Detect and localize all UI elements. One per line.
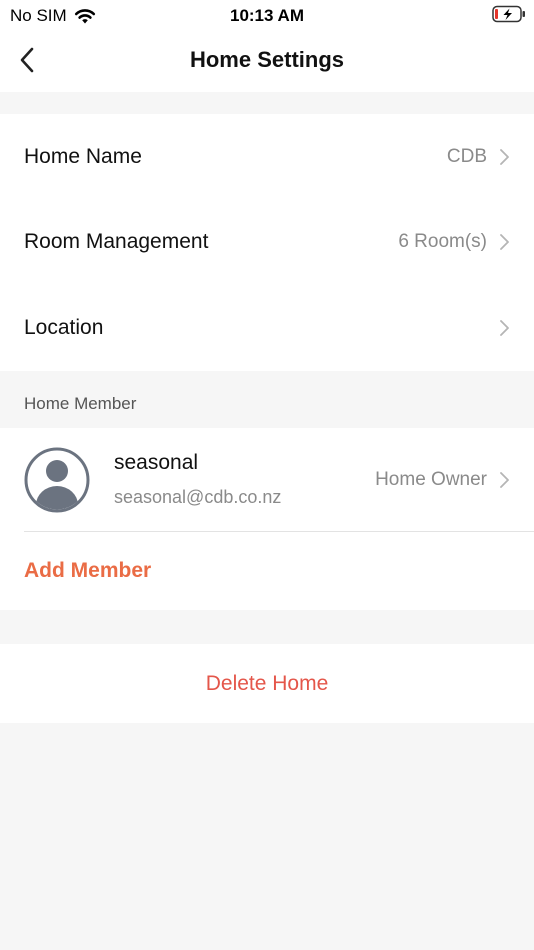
chevron-right-icon bbox=[500, 234, 509, 251]
room-management-row[interactable]: Room Management 6 Room(s) bbox=[0, 200, 534, 286]
status-bar: No SIM 10:13 AM bbox=[0, 0, 534, 30]
battery-charging-icon bbox=[492, 5, 525, 23]
member-role: Home Owner bbox=[375, 468, 487, 490]
member-info: seasonal seasonal@cdb.co.nz bbox=[114, 451, 375, 508]
add-member-row: Add Member bbox=[0, 532, 534, 610]
room-management-label: Room Management bbox=[24, 230, 209, 254]
member-email: seasonal@cdb.co.nz bbox=[114, 487, 282, 507]
chevron-right-icon bbox=[500, 471, 509, 488]
location-label: Location bbox=[24, 315, 104, 339]
home-name-label: Home Name bbox=[24, 144, 142, 168]
member-divider bbox=[24, 531, 534, 532]
home-member-header: Home Member bbox=[24, 394, 137, 413]
members-group: seasonal seasonal@cdb.co.nz Home Owner A… bbox=[0, 428, 534, 610]
home-name-row[interactable]: Home Name CDB bbox=[0, 114, 534, 200]
nav-bar: Home Settings bbox=[0, 30, 534, 92]
chevron-right-icon bbox=[500, 148, 509, 165]
add-member-button[interactable]: Add Member bbox=[24, 559, 151, 583]
location-row[interactable]: Location bbox=[0, 285, 534, 371]
chevron-right-icon bbox=[500, 319, 509, 336]
member-row[interactable]: seasonal seasonal@cdb.co.nz Home Owner bbox=[0, 428, 534, 531]
avatar-icon bbox=[24, 447, 90, 512]
delete-home-row[interactable]: Delete Home bbox=[0, 644, 534, 723]
member-name: seasonal bbox=[114, 451, 199, 474]
page-title: Home Settings bbox=[189, 47, 345, 72]
room-count-value: 6 Room(s) bbox=[398, 231, 487, 253]
settings-group: Home Name CDB Room Management 6 Room(s) … bbox=[0, 114, 534, 371]
home-name-value: CDB bbox=[446, 145, 487, 167]
status-time: 10:13 AM bbox=[229, 6, 304, 25]
delete-home-button[interactable]: Delete Home bbox=[206, 672, 329, 696]
